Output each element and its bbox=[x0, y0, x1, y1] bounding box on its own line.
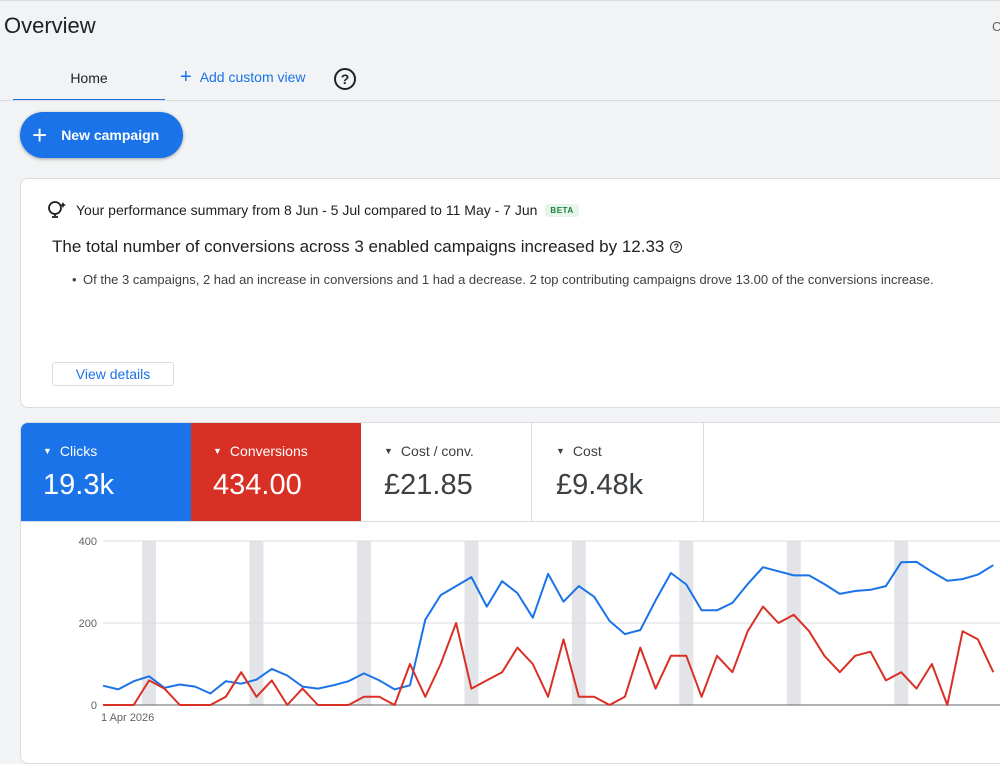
summary-headline: The total number of conversions across 3… bbox=[52, 237, 683, 257]
top-bar: Overview C Home + Add custom view ? bbox=[0, 0, 1000, 102]
y-tick-label: 400 bbox=[79, 536, 97, 548]
view-details-button[interactable]: View details bbox=[52, 362, 174, 386]
new-campaign-button[interactable]: + New campaign bbox=[20, 112, 183, 158]
summary-headline-text: The total number of conversions across 3… bbox=[52, 237, 665, 256]
page-title: Overview bbox=[4, 13, 96, 38]
tab-home[interactable]: Home bbox=[13, 61, 165, 101]
summary-heading: Your performance summary from 8 Jun - 5 … bbox=[76, 202, 538, 218]
plus-icon: + bbox=[32, 120, 48, 150]
series-line-conversions bbox=[103, 605, 995, 706]
help-icon[interactable]: ? bbox=[334, 68, 356, 90]
help-icon[interactable]: ? bbox=[670, 241, 683, 253]
add-custom-view-label: Add custom view bbox=[199, 69, 306, 85]
summary-heading-row: Your performance summary from 8 Jun - 5 … bbox=[46, 200, 579, 220]
performance-chart[interactable]: 400 200 0 1 Apr 2026 bbox=[21, 423, 1000, 763]
summary-bullet: Of the 3 campaigns, 2 had an increase in… bbox=[72, 272, 934, 287]
series-line-clicks bbox=[102, 560, 994, 695]
tab-divider bbox=[0, 100, 1000, 101]
add-custom-view-button[interactable]: + Add custom view bbox=[180, 66, 306, 88]
clipped-header-text: C bbox=[992, 19, 1000, 34]
y-tick-label: 200 bbox=[79, 618, 97, 630]
plus-icon: + bbox=[180, 66, 192, 88]
lightbulb-icon bbox=[48, 201, 66, 218]
new-campaign-label: New campaign bbox=[61, 127, 160, 143]
performance-summary-card: Your performance summary from 8 Jun - 5 … bbox=[20, 178, 1000, 408]
y-tick-label: 0 bbox=[91, 700, 97, 712]
x-axis-start-label: 1 Apr 2026 bbox=[101, 712, 154, 724]
metrics-chart-card: ▼ Clicks 19.3k ▼ Conversions 434.00 ▼ Cost … bbox=[20, 422, 1000, 764]
beta-badge: BETA bbox=[545, 203, 579, 217]
